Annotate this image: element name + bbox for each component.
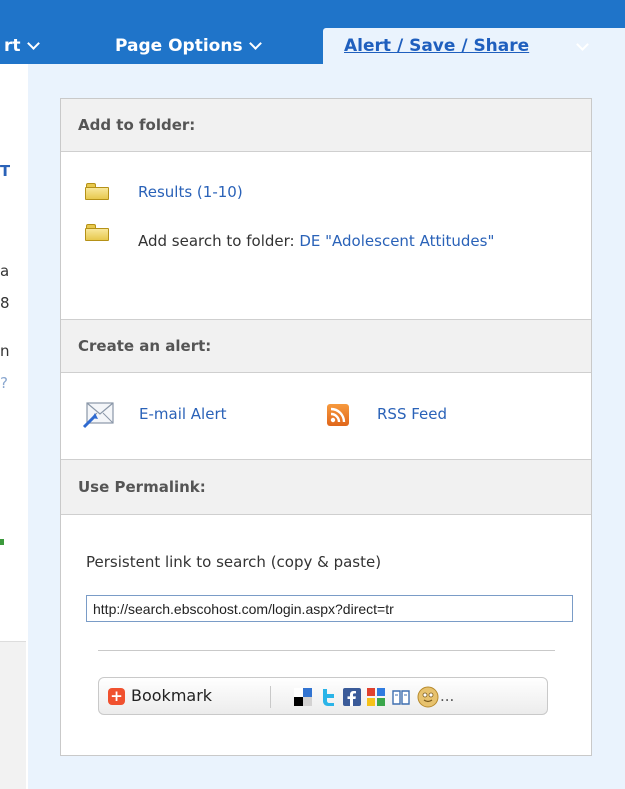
add-to-folder-heading: Add to folder: xyxy=(61,99,591,152)
permalink-label-row: Persistent link to search (copy & paste) xyxy=(86,553,381,571)
export-menu[interactable]: rt xyxy=(4,36,40,56)
email-alert-row: E-mail Alert xyxy=(139,405,227,423)
remnant-text: a xyxy=(0,262,10,280)
underlying-box xyxy=(0,641,26,789)
email-alert-link[interactable]: E-mail Alert xyxy=(139,405,227,423)
section-heading-text: Add to folder: xyxy=(78,116,196,134)
rss-feed-link[interactable]: RSS Feed xyxy=(377,405,447,423)
alert-save-share-panel: Add to folder: Results (1-10) Add search… xyxy=(60,98,592,756)
chevron-down-icon xyxy=(576,38,589,51)
remnant-text: n xyxy=(0,342,10,360)
remnant-text: 8 xyxy=(0,294,10,312)
bookmark-label: Bookmark xyxy=(131,686,213,705)
alert-save-share-label: Alert / Save / Share xyxy=(344,36,530,56)
chevron-down-icon xyxy=(26,37,40,50)
page-options-menu[interactable]: Page Options xyxy=(115,36,262,56)
facebook-icon[interactable] xyxy=(343,688,361,706)
results-folder-row: Results (1-10) xyxy=(138,183,243,201)
add-search-link[interactable]: DE "Adolescent Attitudes" xyxy=(299,232,494,250)
book-icon[interactable] xyxy=(392,688,410,706)
page-options-label: Page Options xyxy=(115,36,243,56)
underlying-page-edge: T a 8 n ? xyxy=(0,64,28,789)
create-alert-heading: Create an alert: xyxy=(61,319,591,373)
email-alert-icon xyxy=(82,402,114,429)
bookmark-separator xyxy=(270,686,271,708)
remnant-text: ? xyxy=(0,374,8,392)
results-link[interactable]: Results (1-10) xyxy=(138,183,243,201)
folder-icon xyxy=(85,224,109,241)
google-icon[interactable] xyxy=(367,688,385,706)
section-heading-text: Use Permalink: xyxy=(78,478,206,496)
twitter-icon[interactable] xyxy=(319,688,337,706)
more-services[interactable]: ... xyxy=(440,687,454,705)
use-permalink-heading: Use Permalink: xyxy=(61,459,591,515)
delicious-icon[interactable] xyxy=(294,688,312,706)
folder-icon xyxy=(85,183,109,200)
chevron-down-icon xyxy=(248,37,262,50)
alert-save-share-tab[interactable]: Alert / Save / Share xyxy=(323,28,625,68)
add-search-prefix: Add search to folder: xyxy=(138,232,300,250)
rss-feed-row: RSS Feed xyxy=(377,405,447,423)
export-label: rt xyxy=(4,36,21,56)
permalink-label: Persistent link to search (copy & paste) xyxy=(86,553,382,571)
remnant-mark xyxy=(0,539,4,545)
smiley-icon[interactable] xyxy=(417,686,439,708)
divider xyxy=(98,650,555,651)
remnant-text: T xyxy=(0,162,10,180)
add-search-row: Add search to folder: DE "Adolescent Att… xyxy=(138,224,538,258)
section-heading-text: Create an alert: xyxy=(78,337,212,355)
permalink-input[interactable] xyxy=(86,595,573,622)
bookmark-plus-icon: + xyxy=(108,688,125,705)
bookmark-bar[interactable]: + Bookmark ... xyxy=(98,677,548,715)
rss-icon xyxy=(327,404,349,426)
